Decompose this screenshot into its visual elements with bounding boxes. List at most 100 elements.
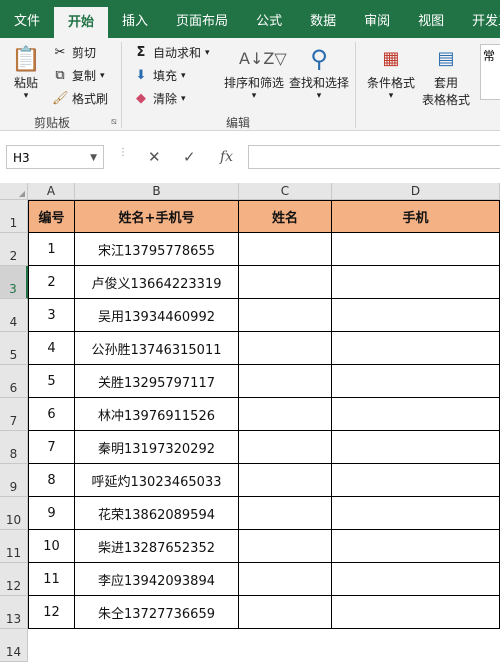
table-cell[interactable]: 9 [28, 497, 75, 530]
table-header-cell[interactable]: 编号 [28, 200, 75, 233]
table-cell[interactable]: 秦明13197320292 [75, 431, 239, 464]
column-header-a[interactable]: A [28, 183, 75, 200]
sort-filter-button[interactable]: A↓Z▽ 排序和筛选 ▾ [222, 44, 287, 101]
table-cell[interactable] [332, 464, 500, 497]
enter-button[interactable]: ✓ [183, 145, 196, 169]
cut-button[interactable]: ✂ 剪切 [52, 44, 96, 61]
autosum-button[interactable]: Σ 自动求和 ▾ [133, 44, 210, 61]
table-cell[interactable]: 12 [28, 596, 75, 629]
tab-6[interactable]: 审阅 [350, 0, 404, 38]
table-cell[interactable] [332, 299, 500, 332]
row-header-13[interactable]: 13 [0, 596, 28, 629]
row-header-8[interactable]: 8 [0, 431, 28, 464]
row-header-11[interactable]: 11 [0, 530, 28, 563]
tab-0[interactable]: 文件 [0, 0, 54, 38]
table-cell[interactable]: 1 [28, 233, 75, 266]
copy-button[interactable]: ⧉ 复制 ▾ [52, 67, 104, 84]
table-cell[interactable] [239, 266, 332, 299]
row-header-1[interactable]: 1 [0, 200, 28, 233]
table-cell[interactable]: 11 [28, 563, 75, 596]
table-cell[interactable] [239, 398, 332, 431]
table-cell[interactable] [239, 365, 332, 398]
table-header-cell[interactable]: 姓名+手机号 [75, 200, 239, 233]
row-header-3[interactable]: 3 [0, 266, 28, 299]
table-cell[interactable]: 花荣13862089594 [75, 497, 239, 530]
table-cell[interactable]: 关胜13295797117 [75, 365, 239, 398]
table-cell[interactable]: 呼延灼13023465033 [75, 464, 239, 497]
insert-function-button[interactable]: fx [220, 145, 233, 169]
table-cell[interactable] [332, 563, 500, 596]
paste-button[interactable]: 📋 粘贴 ▾ [8, 44, 44, 101]
table-cell[interactable] [239, 464, 332, 497]
table-header-cell[interactable]: 手机 [332, 200, 500, 233]
cancel-button[interactable]: ✕ [148, 145, 161, 169]
table-cell[interactable] [332, 233, 500, 266]
row-header-2[interactable]: 2 [0, 233, 28, 266]
tab-4[interactable]: 公式 [242, 0, 296, 38]
table-cell[interactable] [332, 596, 500, 629]
column-header-c[interactable]: C [239, 183, 332, 200]
table-cell[interactable] [239, 497, 332, 530]
fill-button[interactable]: ⬇ 填充 ▾ [133, 67, 186, 84]
table-cell[interactable] [332, 431, 500, 464]
row-header-14[interactable]: 14 [0, 629, 28, 662]
column-header-b[interactable]: B [75, 183, 239, 200]
table-cell[interactable] [332, 365, 500, 398]
table-cell[interactable] [239, 332, 332, 365]
table-cell[interactable]: 柴进13287652352 [75, 530, 239, 563]
table-cell[interactable]: 7 [28, 431, 75, 464]
tab-8[interactable]: 开发工具 [458, 0, 500, 38]
conditional-format-button[interactable]: ▦ 条件格式 ▾ [364, 44, 418, 101]
chevron-down-icon[interactable]: ▼ [90, 146, 97, 170]
table-cell[interactable]: 10 [28, 530, 75, 563]
table-cell[interactable]: 2 [28, 266, 75, 299]
table-cell[interactable] [239, 431, 332, 464]
table-cell[interactable] [332, 332, 500, 365]
table-cell[interactable]: 5 [28, 365, 75, 398]
column-header-d[interactable]: D [332, 183, 500, 200]
table-cell[interactable] [239, 530, 332, 563]
table-cell[interactable]: 8 [28, 464, 75, 497]
table-cell[interactable]: 3 [28, 299, 75, 332]
table-cell[interactable]: 6 [28, 398, 75, 431]
table-cell[interactable]: 朱仝13727736659 [75, 596, 239, 629]
drag-handle-icon[interactable]: ⋮ [118, 147, 128, 158]
clear-button[interactable]: ◆ 清除 ▾ [133, 90, 186, 107]
table-cell[interactable]: 李应13942093894 [75, 563, 239, 596]
table-cell[interactable] [239, 563, 332, 596]
row-header-10[interactable]: 10 [0, 497, 28, 530]
table-cell[interactable] [332, 398, 500, 431]
format-as-table-button[interactable]: ▤ 套用 表格格式 [418, 44, 474, 108]
row-header-9[interactable]: 9 [0, 464, 28, 497]
select-all-corner[interactable]: ◢ [0, 183, 28, 200]
tab-1[interactable]: 开始 [54, 7, 109, 38]
table-cell[interactable]: 卢俊义13664223319 [75, 266, 239, 299]
table-cell[interactable] [239, 596, 332, 629]
tab-3[interactable]: 页面布局 [162, 0, 242, 38]
table-cell[interactable]: 宋江13795778655 [75, 233, 239, 266]
row-header-6[interactable]: 6 [0, 365, 28, 398]
table-cell[interactable]: 吴用13934460992 [75, 299, 239, 332]
find-select-button[interactable]: ⚲ 查找和选择 ▾ [287, 44, 351, 101]
table-cell[interactable] [239, 233, 332, 266]
table-cell[interactable] [332, 497, 500, 530]
table-cell[interactable] [239, 299, 332, 332]
format-painter-button[interactable]: 🖌 格式刷 [52, 90, 108, 107]
row-header-12[interactable]: 12 [0, 563, 28, 596]
table-cell[interactable]: 4 [28, 332, 75, 365]
dialog-launcher-icon[interactable]: ⧅ [111, 117, 117, 127]
row-header-4[interactable]: 4 [0, 299, 28, 332]
formula-input[interactable] [248, 145, 500, 169]
name-box[interactable]: H3 ▼ [6, 145, 104, 169]
cell-styles-gallery[interactable]: 常 [480, 44, 500, 100]
row-header-5[interactable]: 5 [0, 332, 28, 365]
tab-2[interactable]: 插入 [108, 0, 162, 38]
table-cell[interactable]: 林冲13976911526 [75, 398, 239, 431]
tab-5[interactable]: 数据 [296, 0, 350, 38]
tab-7[interactable]: 视图 [404, 0, 458, 38]
table-cell[interactable]: 公孙胜13746315011 [75, 332, 239, 365]
table-header-cell[interactable]: 姓名 [239, 200, 332, 233]
table-cell[interactable] [332, 266, 500, 299]
table-cell[interactable] [332, 530, 500, 563]
row-header-7[interactable]: 7 [0, 398, 28, 431]
